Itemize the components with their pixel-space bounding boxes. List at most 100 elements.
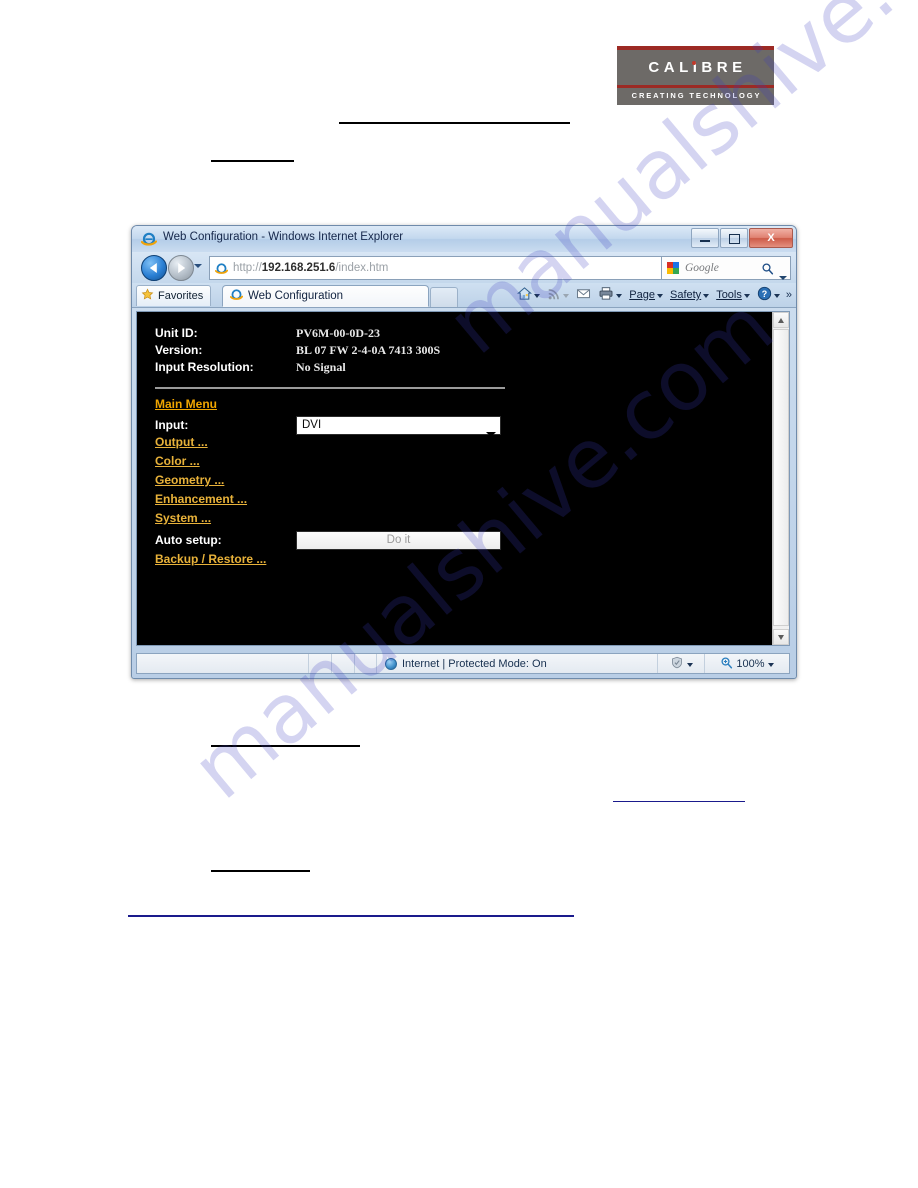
zoom-control[interactable]: 100% [705,654,789,673]
new-tab-button[interactable] [430,287,458,307]
print-button[interactable] [595,284,625,306]
color-link-row: Color ... [155,454,772,472]
recent-pages-dropdown[interactable] [194,264,202,268]
geometry-link-row: Geometry ... [155,473,772,491]
vertical-scrollbar[interactable] [772,312,789,645]
footer-rule [128,915,574,917]
logo-bar-top [617,46,774,50]
scrollbar-thumb[interactable] [773,329,789,626]
input-resolution-value: No Signal [296,360,346,374]
logo-tagline: CREATING TECHNOLOGY [631,91,762,100]
page-menu-label: Page [629,289,655,301]
color-link[interactable]: Color ... [155,454,200,468]
table-row: Version: BL 07 FW 2-4-0A 7413 300S [155,343,440,360]
close-button[interactable]: X [749,228,793,248]
feeds-button[interactable] [544,285,572,306]
auto-setup-row: Auto setup: Do it [155,530,772,550]
geometry-link[interactable]: Geometry ... [155,473,224,487]
redaction-rule-lower-left [211,745,360,747]
svg-text:?: ? [762,289,767,299]
forward-button[interactable] [168,255,194,281]
scroll-down-button[interactable] [773,629,789,645]
backup-restore-link[interactable]: Backup / Restore ... [155,552,266,566]
system-link-row: System ... [155,511,772,529]
calibre-logo: CALIBRE CREATING TECHNOLOGY [617,46,774,105]
browser-tab-web-configuration[interactable]: Web Configuration [222,285,429,307]
main-menu-heading-row: Main Menu [155,397,772,415]
help-menu-button[interactable]: ? [754,284,783,306]
window-title: Web Configuration - Windows Internet Exp… [163,231,404,243]
status-message-area [137,654,309,673]
auto-setup-label: Auto setup: [155,533,222,547]
table-row: Input Resolution: No Signal [155,360,440,377]
scroll-up-button[interactable] [773,312,789,328]
safety-caret-icon [703,294,710,298]
status-segment-1 [309,654,332,673]
minimize-button[interactable] [691,228,719,248]
input-setting-row: Input: DVI [155,415,772,437]
input-select-value: DVI [302,419,322,431]
minimize-icon [700,240,710,242]
status-segment-3 [355,654,377,673]
command-bar: Page Safety Tools ? » [514,284,794,306]
table-row: Unit ID: PV6M-00-0D-23 [155,326,440,343]
address-url-text: http://192.168.251.6/index.htm [233,262,389,274]
system-link[interactable]: System ... [155,511,211,525]
content-divider [155,387,505,389]
print-caret-icon [616,294,623,298]
zoom-level-label: 100% [736,657,765,670]
page-favicon-icon [212,262,230,275]
star-icon [141,288,154,304]
search-icon[interactable] [758,262,776,275]
main-menu-link[interactable]: Main Menu [155,397,217,411]
read-mail-icon [576,286,591,304]
unit-id-value: PV6M-00-0D-23 [296,326,380,340]
zoom-magnifier-icon [720,656,733,672]
command-bar-overflow-button[interactable]: » [784,289,794,301]
tab-and-command-bar: Favorites Web Configuration Page Safety … [132,283,796,308]
home-icon [517,286,533,304]
zoom-caret-icon [767,662,774,667]
unit-id-label: Unit ID: [155,326,198,340]
favorites-button[interactable]: Favorites [136,285,212,306]
maximize-button[interactable] [720,228,748,248]
protected-mode-caret-icon [686,662,693,667]
rss-feed-icon [547,287,561,304]
backup-restore-row: Backup / Restore ... [155,552,772,570]
search-box[interactable]: Google [661,256,791,280]
tab-label: Web Configuration [248,290,344,302]
internet-globe-icon [385,657,397,670]
protected-mode-button[interactable] [658,654,705,673]
enhancement-link-row: Enhancement ... [155,492,772,510]
input-resolution-label: Input Resolution: [155,360,254,374]
help-icon: ? [757,286,772,304]
tools-menu-label: Tools [716,289,742,301]
internet-explorer-icon [140,231,158,247]
back-button[interactable] [141,255,167,281]
output-link[interactable]: Output ... [155,435,208,449]
redaction-rule-top-right [339,122,570,124]
device-info-table: Unit ID: PV6M-00-0D-23 Version: BL 07 FW… [155,326,440,377]
redaction-rule-upper-left [211,160,294,162]
feeds-caret-icon [563,294,570,298]
logo-bar-middle [617,85,774,88]
input-select[interactable]: DVI [296,415,501,437]
browser-window: Web Configuration - Windows Internet Exp… [131,225,797,679]
back-arrow-icon [149,263,157,273]
search-input[interactable]: Google [681,262,758,274]
home-button[interactable] [514,284,543,306]
status-segment-2 [332,654,355,673]
do-it-button[interactable]: Do it [296,530,501,550]
security-zone-indicator[interactable]: Internet | Protected Mode: On [377,654,658,673]
read-mail-button[interactable] [573,284,594,306]
safety-menu-label: Safety [670,289,702,301]
close-icon: X [767,232,775,244]
tools-caret-icon [743,294,750,298]
enhancement-link[interactable]: Enhancement ... [155,492,247,506]
navigation-bar: http://192.168.251.6/index.htm Google [132,252,796,283]
redaction-rule-bottom-left [211,870,310,872]
tools-menu-button[interactable]: Tools [713,287,753,303]
safety-menu-button[interactable]: Safety [667,287,712,303]
tab-favicon-icon [229,288,244,304]
page-menu-button[interactable]: Page [626,287,666,303]
